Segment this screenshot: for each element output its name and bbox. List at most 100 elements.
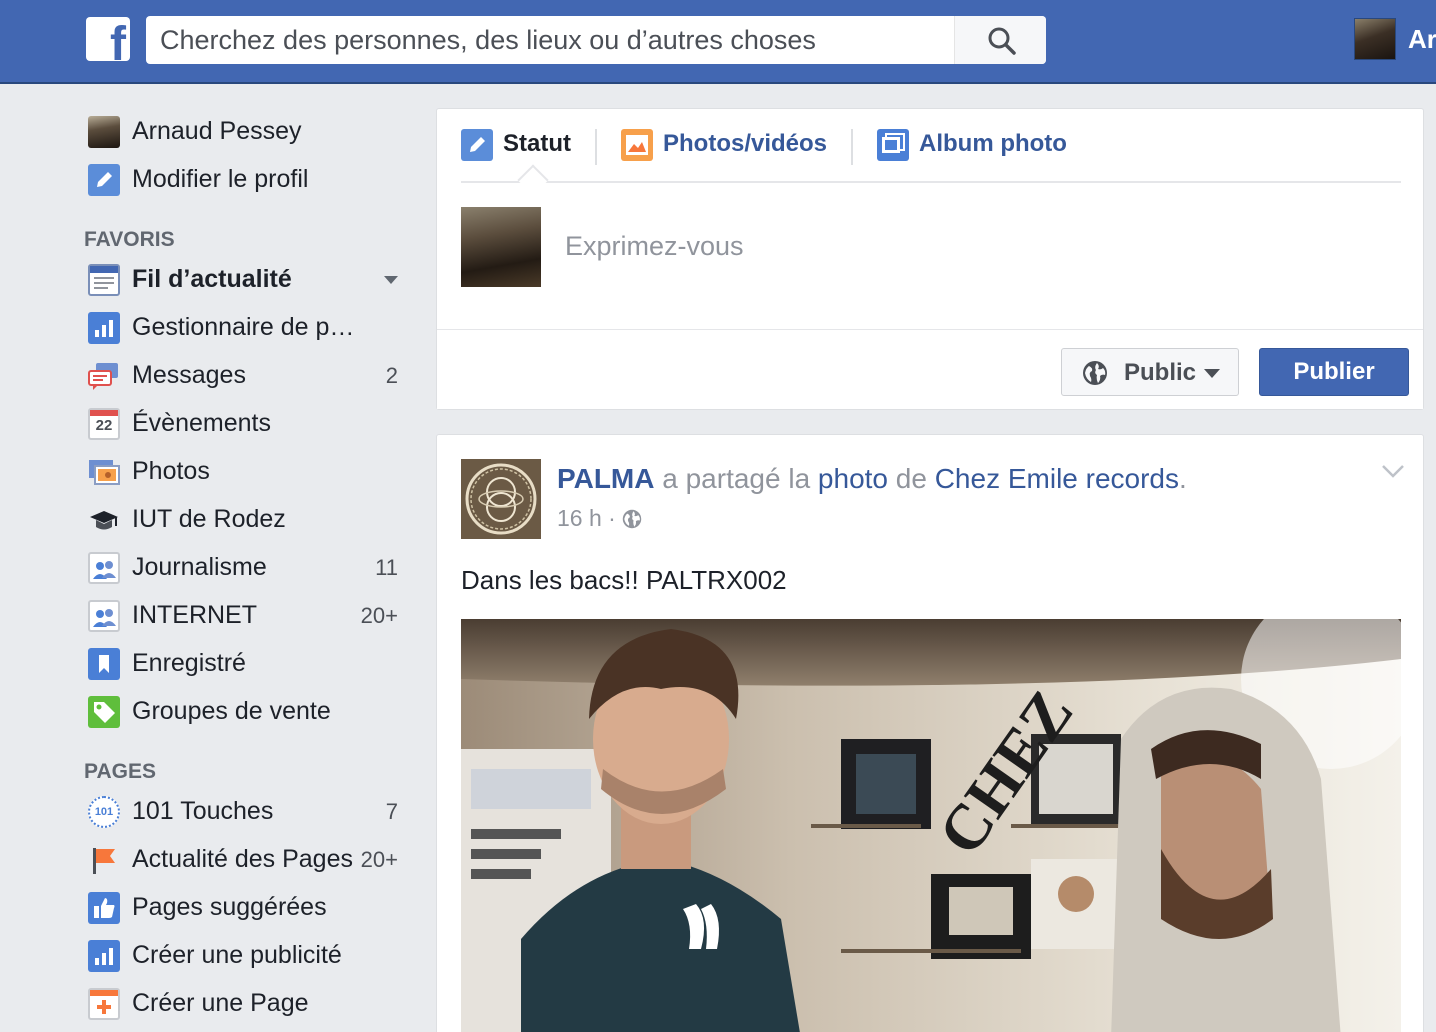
news-feed-post: PALMA a partagé la photo de Chez Emile r… [436, 434, 1424, 1032]
post-object-link[interactable]: photo [818, 463, 888, 494]
pages-heading: PAGES [84, 760, 156, 783]
search-box [146, 16, 1046, 64]
globe-icon[interactable] [622, 509, 642, 529]
sidebar-item-label: Enregistré [132, 649, 246, 677]
count-badge: 20+ [360, 847, 398, 872]
group-icon [88, 600, 120, 632]
tab-underline [461, 181, 1401, 183]
sidebar-item-label: Créer une publicité [132, 941, 342, 969]
sidebar-item-sale-groups[interactable]: Groupes de vente [86, 688, 406, 732]
post-composer: Statut Photos/vidéos Album photo Exprime… [436, 108, 1424, 410]
tab-album-label: Album photo [919, 130, 1067, 157]
post-meta: 16 h · [557, 505, 642, 532]
post-photo[interactable]: CHEZ [461, 619, 1401, 1032]
avatar[interactable] [461, 459, 541, 539]
post-of: de [888, 463, 935, 494]
page-logo-icon: 101 [88, 796, 120, 828]
pencil-icon [88, 164, 120, 196]
sidebar-profile[interactable]: Arnaud Pessey [86, 108, 406, 152]
favorites-heading: FAVORIS [84, 228, 175, 251]
calendar-day: 22 [95, 417, 113, 434]
sidebar-item-saved[interactable]: Enregistré [86, 640, 406, 684]
header-user-name[interactable]: Ar [1408, 24, 1436, 55]
post-author-link[interactable]: PALMA [557, 463, 654, 494]
search-icon [988, 27, 1016, 55]
sidebar-item-label: INTERNET [132, 601, 257, 629]
sidebar-item-suggested-pages[interactable]: Pages suggérées [86, 884, 406, 928]
sidebar-item-label: Pages suggérées [132, 893, 327, 921]
chevron-down-icon [1204, 369, 1220, 378]
sidebar-item-label: Journalisme [132, 553, 267, 581]
photo-icon [621, 129, 653, 161]
sale-tag-icon [88, 696, 120, 728]
sidebar-item-iut-rodez[interactable]: IUT de Rodez [86, 496, 406, 540]
sidebar-edit-profile[interactable]: Modifier le profil [86, 156, 406, 200]
post-action: a partagé la [654, 463, 818, 494]
sidebar-profile-name: Arnaud Pessey [132, 117, 302, 145]
photos-icon [88, 456, 120, 488]
globe-icon [1083, 361, 1107, 385]
header-avatar[interactable] [1354, 18, 1396, 60]
pencil-icon [461, 129, 493, 161]
count-badge: 11 [375, 555, 398, 580]
tab-photos-label: Photos/vidéos [663, 130, 828, 157]
count-badge: 20+ [360, 603, 398, 628]
tab-status-label: Statut [503, 130, 571, 157]
flag-icon [88, 844, 120, 876]
publish-button[interactable]: Publier [1259, 348, 1409, 396]
messages-icon [88, 360, 120, 392]
sidebar-item-label: Actualité des Pages [132, 845, 353, 873]
sidebar-item-label: Photos [132, 457, 210, 485]
search-button[interactable] [954, 16, 1046, 64]
group-icon [88, 552, 120, 584]
meta-separator: · [601, 505, 623, 531]
status-input[interactable]: Exprimez-vous [565, 231, 744, 262]
sidebar-item-label: Groupes de vente [132, 697, 331, 725]
search-input[interactable] [146, 16, 954, 64]
create-page-icon [88, 988, 120, 1020]
newsfeed-icon [88, 264, 120, 296]
sidebar-item-label: Gestionnaire de publicités [132, 313, 362, 341]
post-period: . [1179, 463, 1187, 494]
sidebar-item-events[interactable]: 22 Évènements [86, 400, 406, 444]
active-tab-indicator [517, 164, 549, 196]
sidebar-item-label: Créer une Page [132, 989, 309, 1017]
sidebar-item-newsfeed[interactable]: Fil d’actualité [86, 256, 406, 300]
post-timestamp[interactable]: 16 h [557, 505, 602, 531]
ads-manager-icon [88, 312, 120, 344]
sidebar-item-label: IUT de Rodez [132, 505, 286, 533]
post-source-link[interactable]: Chez Emile records [935, 463, 1179, 494]
sidebar-item-label: Fil d’actualité [132, 265, 292, 293]
sidebar-item-label: Évènements [132, 409, 271, 437]
count-badge: 2 [385, 363, 398, 388]
avatar [461, 207, 541, 287]
privacy-selector[interactable]: Public [1061, 348, 1239, 396]
sidebar-item-label: Messages [132, 361, 246, 389]
sidebar-item-pages-feed[interactable]: Actualité des Pages 20+ [86, 836, 406, 880]
tab-divider [851, 129, 853, 165]
calendar-icon: 22 [88, 408, 120, 440]
album-icon [877, 129, 909, 161]
bookmark-icon [88, 648, 120, 680]
privacy-label: Public [1124, 359, 1197, 386]
sidebar-item-internet[interactable]: INTERNET 20+ [86, 592, 406, 636]
sidebar-item-ads-manager[interactable]: Gestionnaire de publicités [86, 304, 406, 348]
chevron-down-icon[interactable] [384, 276, 398, 284]
top-navigation-bar: f Ar [0, 0, 1436, 84]
count-badge: 7 [385, 799, 398, 824]
facebook-logo[interactable]: f [86, 17, 130, 61]
sidebar-item-create-page[interactable]: Créer une Page [86, 980, 406, 1024]
sidebar-item-photos[interactable]: Photos [86, 448, 406, 492]
chevron-down-icon[interactable] [1381, 463, 1405, 479]
avatar [88, 116, 120, 148]
sidebar-item-messages[interactable]: Messages 2 [86, 352, 406, 396]
sidebar-item-journalisme[interactable]: Journalisme 11 [86, 544, 406, 588]
sidebar-item-label: 101 Touches [132, 797, 274, 825]
sidebar-item-create-ad[interactable]: Créer une publicité [86, 932, 406, 976]
graduation-cap-icon [88, 504, 120, 536]
thumbs-up-icon [88, 892, 120, 924]
ads-chart-icon [88, 940, 120, 972]
sidebar-item-101-touches[interactable]: 101 101 Touches 7 [86, 788, 406, 832]
composer-footer: Public Publier [437, 329, 1423, 409]
sidebar-edit-profile-label: Modifier le profil [132, 165, 309, 193]
